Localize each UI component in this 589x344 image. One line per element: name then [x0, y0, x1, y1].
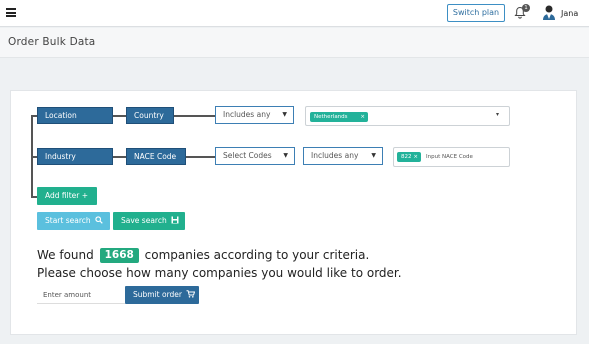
- result-summary: We found 1668 companies according to you…: [37, 248, 369, 263]
- caret-down-icon: ▼: [371, 152, 376, 159]
- location-operator-select[interactable]: Includes any ▼: [215, 106, 294, 124]
- result-prefix: We found: [37, 248, 94, 262]
- avatar[interactable]: [541, 4, 557, 22]
- dropdown-caret-icon[interactable]: ▾: [496, 111, 499, 118]
- chip-remove-icon[interactable]: ×: [360, 112, 365, 122]
- connector-nace-select: [185, 156, 215, 158]
- industry-operator-select[interactable]: Includes any ▼: [303, 147, 383, 165]
- save-icon: [171, 216, 179, 224]
- industry-tag[interactable]: Industry: [37, 148, 113, 165]
- save-search-button[interactable]: Save search: [113, 212, 185, 230]
- start-search-label: Start search: [45, 216, 91, 225]
- location-operator-value: Includes any: [223, 110, 271, 119]
- nace-chip: 822 ×: [397, 152, 421, 162]
- select-codes-value: Select Codes: [223, 151, 272, 160]
- result-count-badge: 1668: [99, 248, 139, 263]
- nace-code-tag[interactable]: NACE Code: [126, 148, 186, 165]
- select-codes-dropdown[interactable]: Select Codes ▼: [215, 147, 295, 165]
- connector-country-operator: [173, 115, 215, 117]
- add-filter-button[interactable]: Add filter +: [37, 187, 97, 205]
- search-icon: [95, 216, 103, 224]
- save-search-label: Save search: [121, 216, 167, 225]
- caret-down-icon: ▼: [282, 111, 287, 118]
- menu-icon[interactable]: [6, 8, 16, 17]
- switch-plan-button[interactable]: Switch plan: [447, 4, 505, 22]
- start-search-button[interactable]: Start search: [37, 212, 110, 230]
- submit-order-label: Submit order: [133, 290, 182, 299]
- nace-input-hint[interactable]: Input NACE Code: [426, 154, 473, 160]
- amount-input[interactable]: [37, 287, 125, 304]
- order-prompt: Please choose how many companies you wou…: [37, 266, 402, 280]
- country-tag[interactable]: Country: [126, 107, 174, 124]
- caret-down-icon: ▼: [283, 152, 288, 159]
- nace-chip-label: 822: [401, 154, 412, 160]
- notification-badge: 1: [522, 4, 530, 12]
- cart-icon: [186, 290, 196, 298]
- nace-code-multiselect[interactable]: 822 × Input NACE Code: [393, 147, 510, 167]
- page-header: Order Bulk Data: [0, 28, 589, 58]
- result-suffix: companies according to your criteria.: [144, 248, 370, 262]
- top-bar: Switch plan 1 Jana: [0, 0, 589, 27]
- page-title: Order Bulk Data: [8, 36, 96, 48]
- country-chip-label: Netherlands: [314, 114, 348, 120]
- country-chip: Netherlands ×: [310, 112, 368, 122]
- location-tag[interactable]: Location: [37, 107, 113, 124]
- submit-order-button[interactable]: Submit order: [125, 286, 199, 304]
- industry-operator-value: Includes any: [311, 151, 359, 160]
- connector-location-country: [112, 115, 126, 117]
- connector-industry-nace: [112, 156, 126, 158]
- chip-remove-icon[interactable]: ×: [413, 152, 418, 162]
- username[interactable]: Jana: [561, 9, 578, 18]
- country-multiselect[interactable]: Netherlands × ▾: [305, 106, 510, 126]
